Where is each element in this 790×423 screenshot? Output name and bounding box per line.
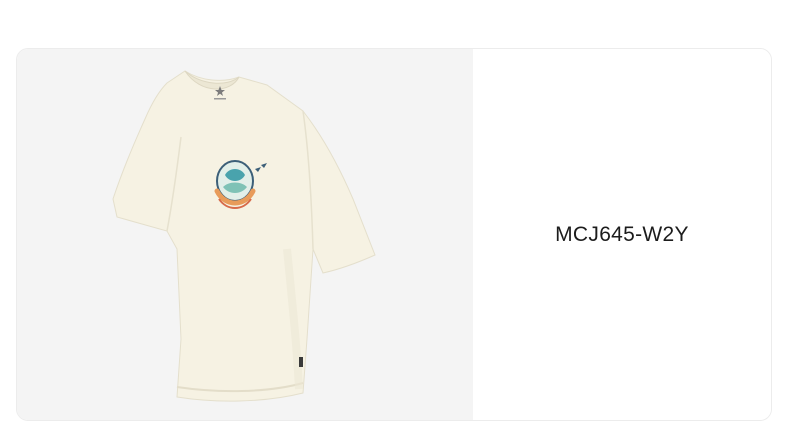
tshirt-body: [112, 70, 376, 402]
tshirt-image: [112, 70, 376, 402]
product-sku: MCJ645-W2Y: [555, 222, 689, 246]
product-card[interactable]: MCJ645-W2Y: [16, 48, 772, 421]
side-tag-icon: [299, 357, 303, 367]
product-info-panel: MCJ645-W2Y: [473, 49, 771, 420]
product-image-panel[interactable]: [17, 49, 473, 420]
